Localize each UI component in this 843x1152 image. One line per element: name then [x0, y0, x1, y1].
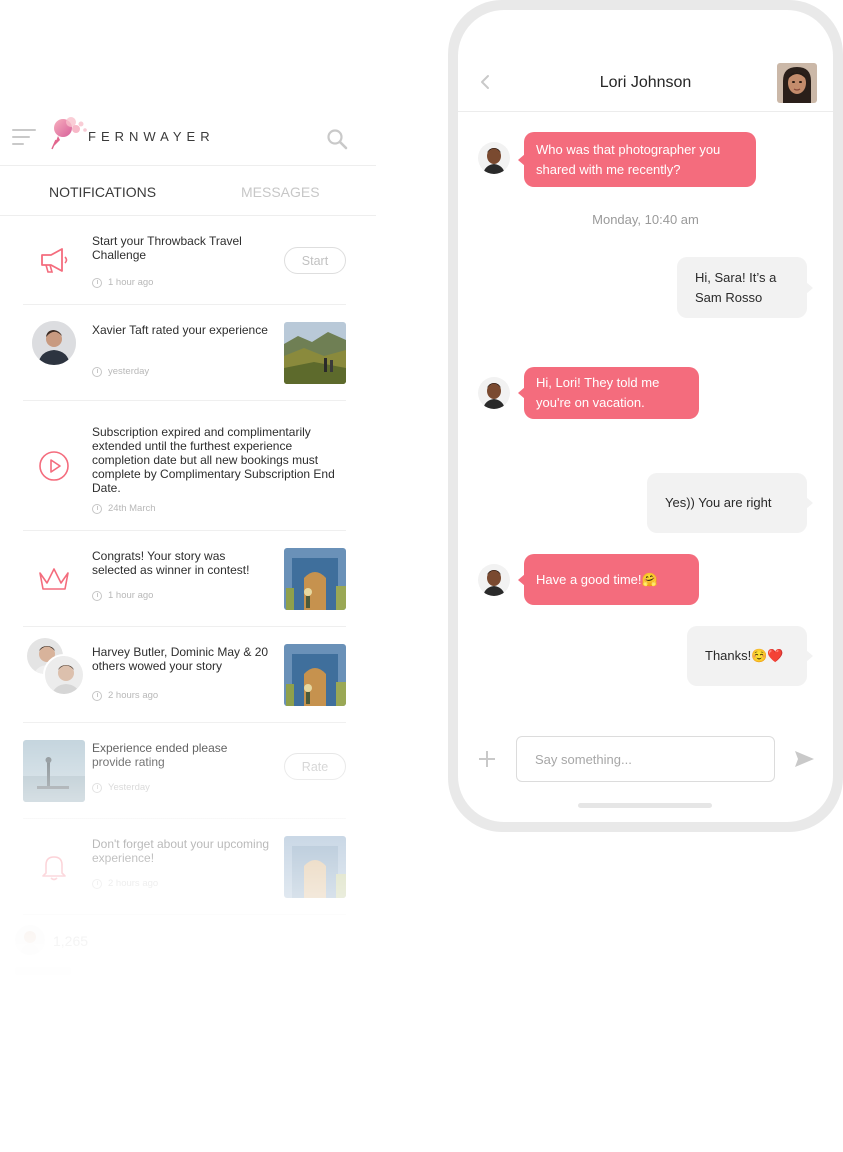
- clock-icon: [92, 878, 102, 889]
- clock-icon: [92, 690, 102, 701]
- tab-bar: NOTIFICATIONS MESSAGES: [0, 166, 376, 216]
- list-item[interactable]: Don't forget about your upcoming experie…: [23, 819, 346, 915]
- chat-screen: Lori Johnson Who was that photographer y…: [458, 10, 833, 822]
- experience-thumbnail[interactable]: [284, 322, 346, 384]
- time-label: 1 hour ago: [108, 277, 154, 288]
- time-label: 1 hour ago: [108, 590, 154, 601]
- notification-text: Experience ended please provide rating: [92, 741, 228, 769]
- list-item[interactable]: Start your Throwback Travel Challenge 1 …: [23, 216, 346, 305]
- menu-icon[interactable]: [12, 128, 36, 146]
- list-item[interactable]: Harvey Butler, Dominic May & 20 others w…: [23, 627, 346, 723]
- time-label: 2 hours ago: [108, 878, 159, 889]
- placeholder-bar: [15, 967, 71, 975]
- send-icon[interactable]: [793, 748, 815, 770]
- megaphone-icon-wrap: [23, 229, 85, 291]
- notification-time: Yesterday: [92, 782, 150, 793]
- crown-icon-wrap: [23, 548, 85, 610]
- phone-frame: Lori Johnson Who was that photographer y…: [448, 0, 843, 832]
- clock-icon: [92, 590, 102, 601]
- list-item[interactable]: Subscription expired and complimentarily…: [23, 401, 346, 531]
- logo-icon: [51, 117, 87, 150]
- search-icon[interactable]: [326, 128, 348, 150]
- tab-notifications[interactable]: NOTIFICATIONS: [49, 184, 156, 200]
- start-button[interactable]: Start: [284, 247, 346, 274]
- time-label: 24th March: [108, 503, 156, 514]
- message-outgoing: Yes)) You are right: [647, 473, 813, 533]
- notification-time: 2 hours ago: [92, 878, 158, 889]
- message-incoming: Who was that photographer you shared wit…: [518, 132, 756, 187]
- notification-time: 2 hours ago: [92, 690, 158, 701]
- notification-time: 1 hour ago: [92, 590, 153, 601]
- home-indicator: [578, 803, 712, 808]
- experience-thumbnail[interactable]: [284, 836, 346, 898]
- clock-icon: [92, 366, 102, 377]
- notification-text: Congrats! Your story was selected as win…: [92, 549, 250, 577]
- avatar[interactable]: [15, 925, 45, 955]
- time-label: yesterday: [108, 366, 150, 377]
- megaphone-icon: [41, 248, 68, 273]
- notification-text: Start your Throwback Travel Challenge: [92, 234, 242, 262]
- plus-icon[interactable]: [478, 750, 496, 768]
- bell-icon-wrap: [23, 836, 85, 898]
- play-icon: [39, 451, 69, 481]
- brand-name: FERNWAYER: [88, 129, 215, 144]
- notification-text: Harvey Butler, Dominic May & 20 others w…: [92, 645, 269, 673]
- message-outgoing: Thanks!☺️❤️: [687, 626, 813, 686]
- message-incoming: Hi, Lori! They told me you're on vacatio…: [518, 367, 699, 419]
- time-label: Yesterday: [108, 782, 150, 793]
- notification-time: 24th March: [92, 503, 156, 514]
- notifications-app: FERNWAYER NOTIFICATIONS MESSAGES Start y…: [0, 108, 376, 1008]
- date-divider: Monday, 10:40 am: [592, 212, 699, 227]
- story-thumbnail[interactable]: [284, 548, 346, 610]
- notification-time: 1 hour ago: [92, 277, 153, 288]
- clock-icon: [92, 503, 102, 514]
- avatar[interactable]: [478, 564, 510, 596]
- play-icon-wrap: [23, 435, 85, 497]
- rate-button[interactable]: Rate: [284, 753, 346, 780]
- list-item[interactable]: Congrats! Your story was selected as win…: [23, 531, 346, 627]
- avatar[interactable]: [32, 321, 76, 365]
- list-item[interactable]: Experience ended please provide rating Y…: [23, 723, 346, 819]
- notification-text: Don't forget about your upcoming experie…: [92, 837, 270, 865]
- message-outgoing: Hi, Sara! It’s a Sam Rosso: [677, 257, 813, 318]
- clock-icon: [92, 782, 102, 793]
- bell-icon: [42, 856, 66, 881]
- time-label: 2 hours ago: [108, 690, 159, 701]
- story-thumbnail[interactable]: [284, 644, 346, 706]
- top-bar: FERNWAYER: [0, 108, 376, 166]
- list-item[interactable]: Xavier Taft rated your experience yester…: [23, 305, 346, 401]
- notification-text: Xavier Taft rated your experience: [92, 323, 268, 337]
- chat-header: Lori Johnson: [458, 10, 833, 112]
- tab-messages[interactable]: MESSAGES: [241, 184, 320, 200]
- notification-text: Subscription expired and complimentarily…: [92, 425, 335, 495]
- message-input[interactable]: [516, 736, 775, 782]
- crown-icon: [39, 568, 69, 590]
- experience-thumbnail[interactable]: [23, 740, 85, 802]
- avatar[interactable]: [478, 142, 510, 174]
- clock-icon: [92, 277, 102, 288]
- message-incoming: Have a good time!🤗: [518, 554, 699, 605]
- avatar[interactable]: [43, 654, 85, 696]
- avatar[interactable]: [478, 377, 510, 409]
- counter-text: 1,265: [53, 933, 89, 949]
- contact-avatar[interactable]: [777, 63, 817, 103]
- notification-time: yesterday: [92, 366, 149, 377]
- list-item[interactable]: 1,265: [15, 915, 346, 985]
